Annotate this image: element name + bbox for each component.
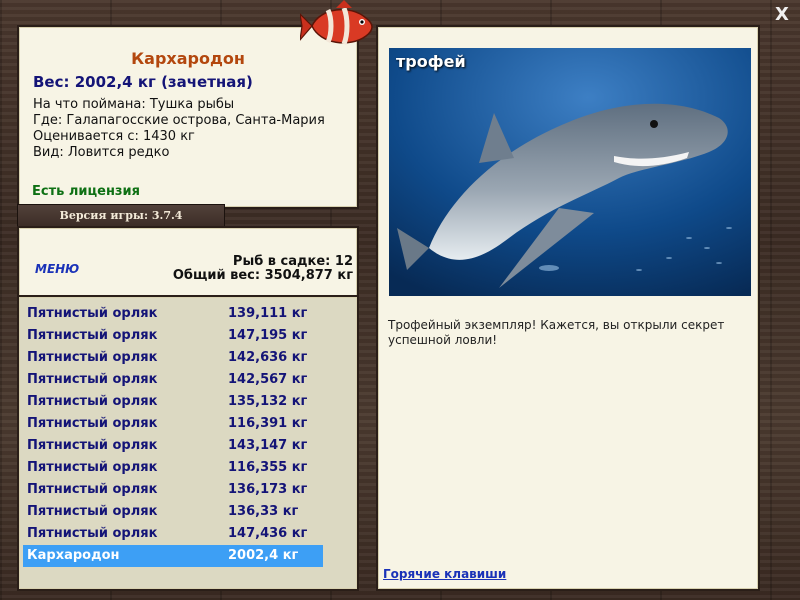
list-item-name: Пятнистый орляк	[27, 416, 158, 431]
list-item-weight: 136,33 кг	[228, 504, 299, 519]
list-item-weight: 147,195 кг	[228, 328, 308, 343]
list-item-weight: 2002,4 кг	[228, 548, 299, 563]
keepnet-header-panel: МЕНЮ Рыб в садке: 12 Общий вес: 3504,877…	[17, 226, 359, 298]
list-item-weight: 142,636 кг	[228, 350, 308, 365]
list-item-weight: 135,132 кг	[228, 394, 308, 409]
list-item-name: Пятнистый орляк	[27, 350, 158, 365]
list-item-weight: 139,111 кг	[228, 306, 308, 321]
valued-from-info: Оценивается с: 1430 кг	[33, 129, 195, 144]
location-info: Где: Галапагосские острова, Санта-Мария	[33, 113, 325, 128]
fish-weight: Вес: 2002,4 кг (зачетная)	[33, 73, 253, 91]
hotkeys-link[interactable]: Горячие клавиши	[383, 567, 506, 581]
list-item[interactable]: Пятнистый орляк 142,567 кг	[23, 369, 323, 391]
list-item[interactable]: Пятнистый орляк 147,436 кг	[23, 523, 323, 545]
list-item[interactable]: Пятнистый орляк 116,391 кг	[23, 413, 323, 435]
shark-illustration	[389, 48, 751, 296]
total-weight: Общий вес: 3504,877 кг	[172, 268, 353, 283]
menu-button[interactable]: МЕНЮ	[35, 262, 79, 276]
trophy-panel: трофей Трофейный экземпляр! Кажется, вы …	[376, 25, 760, 591]
list-item-name: Пятнистый орляк	[27, 306, 158, 321]
red-fish-logo-icon	[299, 0, 380, 52]
shark-photo: трофей	[389, 48, 751, 296]
trophy-description: Трофейный экземпляр! Кажется, вы открыли…	[388, 318, 725, 347]
close-icon: X	[775, 4, 789, 25]
list-item-weight: 136,173 кг	[228, 482, 308, 497]
list-item-weight: 116,391 кг	[228, 416, 308, 431]
list-item-weight: 116,355 кг	[228, 460, 308, 475]
bait-info: На что поймана: Тушка рыбы	[33, 97, 235, 112]
list-item-weight: 143,147 кг	[228, 438, 308, 453]
game-version-label: Версия игры: 3.7.4	[17, 204, 225, 228]
list-item-name: Пятнистый орляк	[27, 438, 158, 453]
list-item[interactable]: Пятнистый орляк 143,147 кг	[23, 435, 323, 457]
list-item-name: Пятнистый орляк	[27, 504, 158, 519]
list-item-name: Пятнистый орляк	[27, 328, 158, 343]
trophy-label: трофей	[396, 52, 466, 71]
fish-list[interactable]: Пятнистый орляк 139,111 кг Пятнистый орл…	[17, 295, 359, 591]
list-item-weight: 147,436 кг	[228, 526, 308, 541]
fish-info-panel: Кархародон Вес: 2002,4 кг (зачетная) На …	[17, 25, 359, 209]
list-item-name: Пятнистый орляк	[27, 460, 158, 475]
list-item[interactable]: Пятнистый орляк 147,195 кг	[23, 325, 323, 347]
list-item-name: Пятнистый орляк	[27, 482, 158, 497]
list-item-selected[interactable]: Кархародон 2002,4 кг	[23, 545, 323, 567]
rarity-info: Вид: Ловится редко	[33, 145, 170, 160]
list-item-weight: 142,567 кг	[228, 372, 308, 387]
list-item-name: Пятнистый орляк	[27, 526, 158, 541]
list-item-name: Пятнистый орляк	[27, 372, 158, 387]
close-button[interactable]: X	[772, 4, 792, 28]
list-item[interactable]: Пятнистый орляк 136,33 кг	[23, 501, 323, 523]
fish-count: Рыб в садке: 12	[232, 254, 353, 269]
license-status: Есть лицензия	[32, 184, 140, 199]
list-item[interactable]: Пятнистый орляк 139,111 кг	[23, 303, 323, 325]
list-item[interactable]: Пятнистый орляк 116,355 кг	[23, 457, 323, 479]
list-item[interactable]: Пятнистый орляк 135,132 кг	[23, 391, 323, 413]
list-item-name: Пятнистый орляк	[27, 394, 158, 409]
list-item[interactable]: Пятнистый орляк 142,636 кг	[23, 347, 323, 369]
list-item-name: Кархародон	[27, 548, 120, 563]
list-item[interactable]: Пятнистый орляк 136,173 кг	[23, 479, 323, 501]
